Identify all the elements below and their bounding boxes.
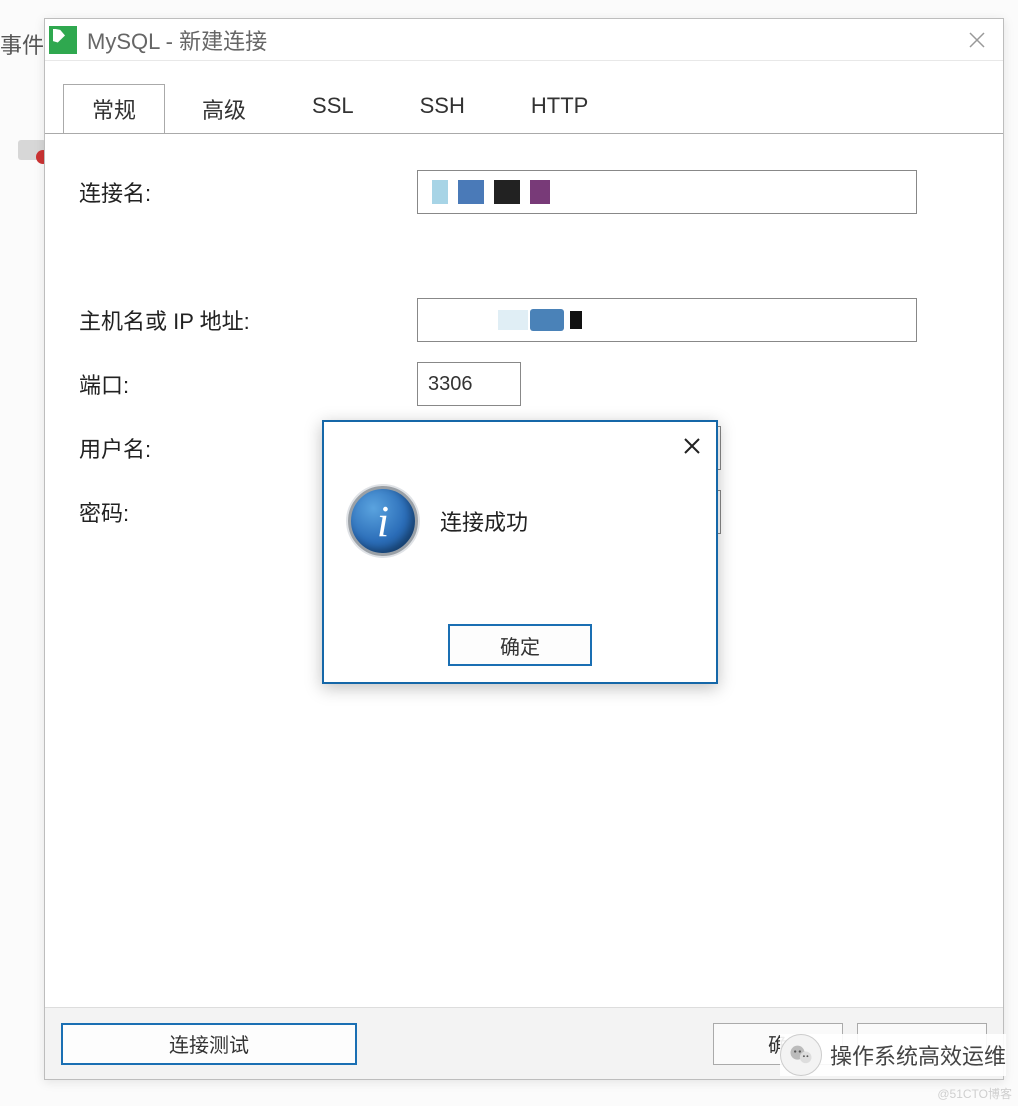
modal-message: 连接成功 — [440, 505, 528, 537]
tab-http[interactable]: HTTP — [502, 84, 617, 134]
success-modal: i 连接成功 确定 — [322, 420, 718, 684]
wechat-icon — [780, 1034, 822, 1076]
dialog-title: MySQL - 新建连接 — [87, 24, 267, 56]
wechat-overlay: 操作系统高效运维 — [780, 1034, 1006, 1076]
tab-general[interactable]: 常规 — [63, 84, 165, 134]
tab-ssh[interactable]: SSH — [391, 84, 494, 134]
dialog-close-button[interactable] — [957, 20, 997, 60]
modal-close-button[interactable] — [674, 428, 710, 464]
test-connection-button[interactable]: 连接测试 — [61, 1023, 357, 1065]
port-label: 端口: — [75, 368, 417, 400]
tab-bar: 常规 高级 SSL SSH HTTP — [45, 61, 1003, 133]
titlebar: MySQL - 新建连接 — [45, 19, 1003, 61]
wechat-text: 操作系统高效运维 — [830, 1039, 1006, 1071]
tab-advanced[interactable]: 高级 — [173, 84, 275, 134]
host-input[interactable] — [417, 298, 917, 342]
redacted-name — [428, 180, 550, 204]
navicat-app-icon — [49, 26, 77, 54]
info-icon: i — [348, 486, 418, 556]
modal-ok-button[interactable]: 确定 — [448, 624, 592, 666]
port-input[interactable]: 3306 — [417, 362, 521, 406]
host-label: 主机名或 IP 地址: — [75, 304, 417, 336]
tab-ssl[interactable]: SSL — [283, 84, 383, 134]
watermark: @51CTO博客 — [937, 1085, 1012, 1102]
connection-name-input[interactable] — [417, 170, 917, 214]
redacted-host — [428, 309, 582, 331]
background-tab-label: 事件 — [0, 28, 44, 60]
connection-name-label: 连接名: — [75, 176, 417, 208]
background-stop-icon — [18, 140, 46, 160]
